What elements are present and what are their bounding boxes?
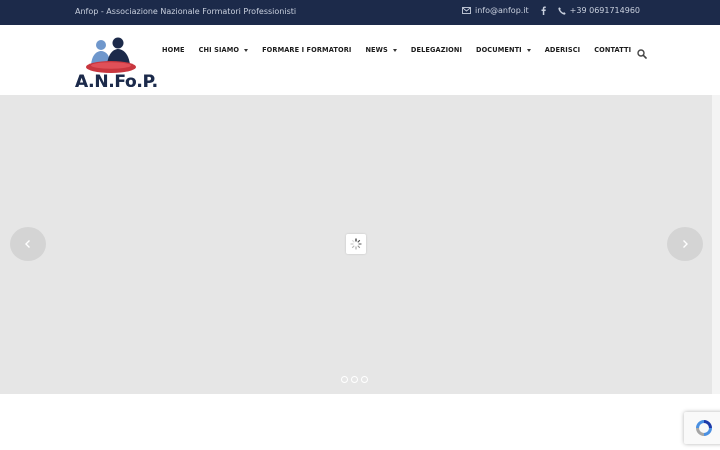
caret-down-icon xyxy=(244,48,249,52)
recaptcha-icon xyxy=(696,420,712,436)
site-header: A.N.Fo.P. HOME CHI SIAMO FORMARE I FORMA… xyxy=(0,25,720,95)
site-tagline: Anfop - Associazione Nazionale Formatori… xyxy=(75,7,297,16)
nav-label: CHI SIAMO xyxy=(198,46,240,54)
email-link[interactable]: info@anfop.it xyxy=(462,6,529,15)
nav-home[interactable]: HOME xyxy=(162,46,185,54)
slider-next-button[interactable] xyxy=(667,227,703,261)
top-bar: Anfop - Associazione Nazionale Formatori… xyxy=(0,0,720,25)
nav-label: NEWS xyxy=(365,46,388,54)
search-button[interactable] xyxy=(637,44,647,63)
nav-label: DOCUMENTI xyxy=(476,46,522,54)
slider-pagination xyxy=(341,376,368,383)
nav-label: CONTATTI xyxy=(594,46,632,54)
phone-text: +39 0691714960 xyxy=(569,6,640,15)
chevron-left-icon xyxy=(25,240,30,248)
nav-formare-i-formatori[interactable]: FORMARE I FORMATORI xyxy=(262,46,351,54)
nav-aderisci[interactable]: ADERISCI xyxy=(545,46,580,54)
nav-documenti[interactable]: DOCUMENTI xyxy=(476,46,531,54)
slider-dot[interactable] xyxy=(361,376,368,383)
spinner-icon xyxy=(350,238,362,250)
nav-label: HOME xyxy=(162,46,185,54)
slider-prev-button[interactable] xyxy=(10,227,46,261)
chevron-right-icon xyxy=(683,240,688,248)
page-edge xyxy=(712,95,720,394)
slider-dot[interactable] xyxy=(351,376,358,383)
nav-news[interactable]: NEWS xyxy=(365,46,397,54)
caret-down-icon xyxy=(526,48,531,52)
nav-label: FORMARE I FORMATORI xyxy=(262,46,352,54)
caret-down-icon xyxy=(392,48,397,52)
logo-text: A.N.Fo.P. xyxy=(75,72,158,92)
envelope-icon xyxy=(462,7,471,14)
phone-link[interactable]: +39 0691714960 xyxy=(558,6,640,15)
nav-label: DELEGAZIONI xyxy=(410,46,463,54)
site-logo[interactable]: A.N.Fo.P. xyxy=(75,37,158,95)
nav-delegazioni[interactable]: DELEGAZIONI xyxy=(411,46,462,54)
nav-contatti[interactable]: CONTATTI xyxy=(594,46,631,54)
top-contact: info@anfop.it +39 0691714960 xyxy=(462,6,640,15)
email-text: info@anfop.it xyxy=(475,6,529,15)
search-icon xyxy=(637,49,647,59)
phone-icon xyxy=(558,6,566,15)
logo-figures-icon xyxy=(86,37,136,73)
slider-dot[interactable] xyxy=(341,376,348,383)
main-nav: HOME CHI SIAMO FORMARE I FORMATORI NEWS … xyxy=(162,45,645,55)
hero-slider xyxy=(0,95,712,394)
nav-label: ADERISCI xyxy=(544,46,581,54)
nav-chi-siamo[interactable]: CHI SIAMO xyxy=(198,46,249,54)
facebook-icon xyxy=(541,6,546,15)
facebook-link[interactable] xyxy=(541,6,546,15)
loading-spinner xyxy=(346,234,366,254)
recaptcha-badge[interactable] xyxy=(684,412,720,444)
